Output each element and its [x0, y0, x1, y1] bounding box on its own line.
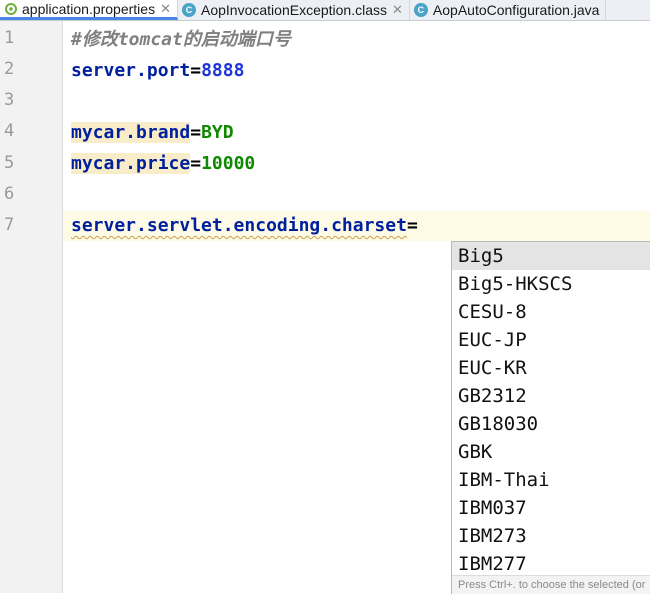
- property-value: 10000: [201, 153, 256, 174]
- code-line-4: mycar.brand=BYD: [71, 121, 234, 145]
- line-number: 3: [4, 90, 15, 110]
- equals-sign: =: [406, 215, 418, 236]
- completion-item[interactable]: EUC-KR: [452, 354, 650, 382]
- completion-item[interactable]: IBM-Thai: [452, 466, 650, 494]
- tab-application-properties[interactable]: application.properties ✕: [0, 0, 178, 20]
- completion-item[interactable]: GB18030: [452, 410, 650, 438]
- code-line-7: server.servlet.encoding.charset=: [71, 214, 418, 238]
- comment-text: #修改tomcat的启动端口号: [71, 29, 291, 50]
- equals-sign: =: [190, 122, 202, 143]
- completion-item[interactable]: IBM277: [452, 550, 650, 578]
- code-line-2: server.port=8888: [71, 59, 244, 83]
- tab-label: AopAutoConfiguration.java: [432, 2, 600, 18]
- completion-item[interactable]: IBM037: [452, 494, 650, 522]
- class-file-icon: C: [413, 3, 428, 17]
- property-value: BYD: [201, 122, 234, 143]
- line-number: 2: [4, 59, 15, 79]
- close-tab-icon[interactable]: ✕: [392, 2, 403, 18]
- tab-label: AopInvocationException.class: [201, 2, 387, 18]
- properties-file-icon: [4, 2, 18, 16]
- property-key: server.port: [71, 60, 191, 81]
- tab-aopinvocationexception-class[interactable]: C AopInvocationException.class ✕: [178, 0, 410, 20]
- completion-footer-hint: Press Ctrl+. to choose the selected (or: [452, 575, 650, 594]
- line-number: 4: [4, 121, 15, 141]
- completion-item[interactable]: IBM273: [452, 522, 650, 550]
- completion-item[interactable]: EUC-JP: [452, 326, 650, 354]
- property-key: server.servlet.encoding.charset: [71, 215, 407, 236]
- line-number: 6: [4, 184, 15, 204]
- class-file-icon: C: [182, 3, 196, 17]
- property-value: 8888: [201, 60, 245, 81]
- equals-sign: =: [190, 60, 202, 81]
- line-number: 5: [4, 153, 15, 173]
- equals-sign: =: [190, 153, 202, 174]
- tab-label: application.properties: [22, 0, 156, 17]
- line-number: 1: [4, 28, 15, 48]
- close-tab-icon[interactable]: ✕: [160, 1, 171, 17]
- completion-item[interactable]: GBK: [452, 438, 650, 466]
- property-key: mycar.brand: [71, 122, 191, 143]
- code-line-5: mycar.price=10000: [71, 152, 255, 176]
- completion-popup[interactable]: Big5 Big5-HKSCS CESU-8 EUC-JP EUC-KR GB2…: [451, 241, 650, 594]
- code-line-1: #修改tomcat的启动端口号: [71, 28, 291, 52]
- completion-item[interactable]: GB2312: [452, 382, 650, 410]
- completion-item[interactable]: Big5: [452, 242, 650, 270]
- editor-tab-bar: application.properties ✕ C AopInvocation…: [0, 0, 650, 21]
- property-key: mycar.price: [71, 153, 191, 174]
- completion-item[interactable]: CESU-8: [452, 298, 650, 326]
- tab-aopautoconfiguration-java[interactable]: C AopAutoConfiguration.java: [410, 0, 607, 20]
- line-number: 7: [4, 215, 15, 235]
- line-number-gutter: 1 2 3 4 5 6 7: [0, 21, 63, 593]
- completion-item[interactable]: Big5-HKSCS: [452, 270, 650, 298]
